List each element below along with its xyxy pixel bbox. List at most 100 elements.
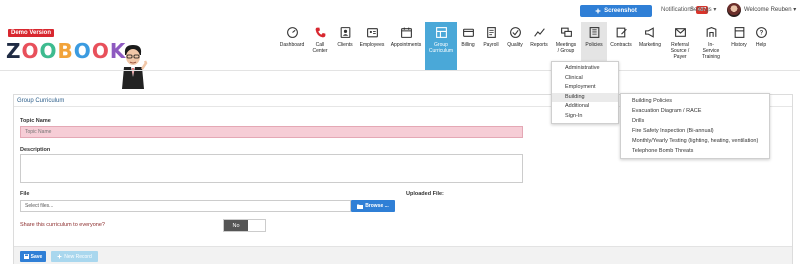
contracts-icon bbox=[614, 25, 628, 39]
chevron-down-icon: ▾ bbox=[793, 7, 797, 13]
payroll-icon bbox=[484, 25, 498, 39]
nav-item-label: Reports bbox=[530, 42, 548, 48]
building-menu-item[interactable]: Fire Safety Inspection (Bi-annual) bbox=[621, 126, 769, 136]
folder-icon bbox=[357, 204, 364, 209]
main-nav: Dashboard Call Center Clients Employees Appo… bbox=[277, 22, 771, 70]
reports-icon bbox=[532, 25, 546, 39]
nav-item-label: Policies bbox=[585, 42, 603, 48]
meetings-icon bbox=[559, 25, 573, 39]
new-record-button[interactable]: New Record bbox=[51, 251, 98, 262]
nav-item-group-curriculum[interactable]: Group Curriculum bbox=[425, 22, 457, 70]
nav-item-phone[interactable]: Call Center bbox=[307, 22, 333, 70]
nav-item-clients[interactable]: Clients bbox=[333, 22, 357, 70]
referral-icon bbox=[673, 25, 687, 39]
nav-item-calendar[interactable]: Appointments bbox=[387, 22, 425, 70]
policies-menu-item[interactable]: Clinical bbox=[552, 74, 618, 84]
mascot-icon bbox=[122, 45, 148, 89]
form-footer: Save New Record bbox=[14, 246, 792, 264]
policies-menu-item[interactable]: Additional bbox=[552, 102, 618, 112]
building-menu-item[interactable]: Building Policies bbox=[621, 96, 769, 106]
nav-item-marketing[interactable]: Marketing bbox=[635, 22, 665, 70]
building-menu-item[interactable]: Drills bbox=[621, 116, 769, 126]
description-label: Description bbox=[20, 147, 51, 153]
history-icon bbox=[732, 25, 746, 39]
nav-item-reports[interactable]: Reports bbox=[527, 22, 551, 70]
file-label: File bbox=[20, 191, 30, 197]
logo-wordmark: ZOOBOOK bbox=[6, 39, 127, 63]
nav-item-label: Contracts bbox=[610, 42, 632, 48]
notifications-label: Notifications bbox=[661, 7, 694, 13]
employees-icon bbox=[365, 25, 379, 39]
share-curriculum-label: Share this curriculum to everyone? bbox=[20, 222, 105, 228]
nav-item-training[interactable]: In- Service Training bbox=[695, 22, 727, 70]
welcome-label: Welcome Reuben bbox=[744, 7, 792, 13]
screenshot-button[interactable]: Screenshot bbox=[580, 5, 652, 17]
top-bar: Screenshot Notifications 437 Settings ▾ … bbox=[0, 0, 800, 22]
phone-icon bbox=[313, 25, 327, 39]
nav-item-label: Help bbox=[755, 42, 767, 48]
marketing-icon bbox=[643, 25, 657, 39]
policies-dropdown: Administrative Clinical Employment Building… bbox=[551, 61, 619, 124]
plus-icon bbox=[57, 254, 62, 259]
policies-icon bbox=[587, 25, 601, 39]
building-menu-item[interactable]: Monthly/Yearly Testing (lighting, heatin… bbox=[621, 136, 769, 146]
description-textarea[interactable] bbox=[20, 154, 523, 183]
nav-item-referral[interactable]: Referral Source / Payer bbox=[665, 22, 695, 70]
nav-item-label: Call Center bbox=[312, 42, 328, 54]
screenshot-label: Screenshot bbox=[604, 8, 637, 14]
toggle-no-option[interactable]: No bbox=[224, 220, 248, 231]
nav-item-help[interactable]: ? Help bbox=[751, 22, 771, 70]
policies-menu-item[interactable]: Administrative bbox=[552, 64, 618, 74]
nav-item-quality[interactable]: Quality bbox=[503, 22, 527, 70]
share-toggle[interactable]: No bbox=[223, 219, 266, 232]
save-button[interactable]: Save bbox=[20, 251, 46, 262]
policies-menu-item[interactable]: Employment bbox=[552, 83, 618, 93]
building-menu-item[interactable]: Evacuation Diagram / RACE bbox=[621, 106, 769, 116]
plus-icon bbox=[595, 8, 601, 14]
save-label: Save bbox=[30, 253, 43, 260]
nav-item-dashboard[interactable]: Dashboard bbox=[277, 22, 307, 70]
settings-label: Settings bbox=[690, 7, 712, 13]
nav-item-employees[interactable]: Employees bbox=[357, 22, 387, 70]
nav-item-label: Meetings / Group bbox=[555, 42, 577, 54]
nav-item-label: Marketing bbox=[639, 42, 661, 48]
logo[interactable]: Demo Version ZOOBOOK bbox=[3, 26, 148, 89]
nav-item-label: Clients bbox=[337, 42, 353, 48]
avatar[interactable] bbox=[727, 3, 741, 17]
building-menu-item[interactable]: Telephone Bomb Threats bbox=[621, 146, 769, 156]
svg-text:?: ? bbox=[759, 30, 763, 36]
billing-icon bbox=[461, 25, 475, 39]
clients-icon bbox=[338, 25, 352, 39]
settings-menu[interactable]: Settings ▾ bbox=[690, 6, 716, 13]
nav-item-label: Employees bbox=[359, 42, 385, 48]
topic-name-input[interactable] bbox=[20, 126, 523, 138]
nav-item-history[interactable]: History bbox=[727, 22, 751, 70]
group-curriculum-icon bbox=[434, 25, 448, 39]
nav-item-label: Appointments bbox=[390, 42, 422, 48]
policies-menu-item[interactable]: Building bbox=[552, 92, 618, 102]
panel-title: Group Curriculum bbox=[17, 98, 65, 104]
user-menu[interactable]: Welcome Reuben ▾ bbox=[744, 6, 796, 13]
topic-name-label: Topic Name bbox=[20, 118, 51, 124]
policies-menu-item[interactable]: Sign-In bbox=[552, 112, 618, 122]
header-divider bbox=[0, 70, 800, 71]
building-submenu: Building Policies Evacuation Diagram / RA… bbox=[620, 93, 770, 159]
browse-label: Browse ... bbox=[365, 203, 389, 209]
uploaded-file-label: Uploaded File: bbox=[406, 191, 444, 197]
nav-item-label: In- Service Training bbox=[702, 42, 720, 60]
nav-item-label: Group Curriculum bbox=[428, 42, 454, 54]
calendar-icon bbox=[399, 25, 413, 39]
file-select-field[interactable]: Select files... bbox=[20, 200, 351, 212]
toggle-yes-option[interactable] bbox=[248, 220, 265, 231]
training-icon bbox=[704, 25, 718, 39]
nav-item-billing[interactable]: Billing bbox=[457, 22, 479, 70]
browse-button[interactable]: Browse ... bbox=[351, 200, 395, 212]
nav-item-label: History bbox=[731, 42, 747, 48]
nav-item-label: Dashboard bbox=[279, 42, 305, 48]
nav-item-label: Referral Source / Payer bbox=[670, 42, 690, 60]
nav-item-payroll[interactable]: Payroll bbox=[479, 22, 503, 70]
help-icon: ? bbox=[754, 25, 768, 39]
save-icon bbox=[23, 254, 29, 259]
quality-icon bbox=[508, 25, 522, 39]
nav-item-label: Payroll bbox=[483, 42, 499, 48]
